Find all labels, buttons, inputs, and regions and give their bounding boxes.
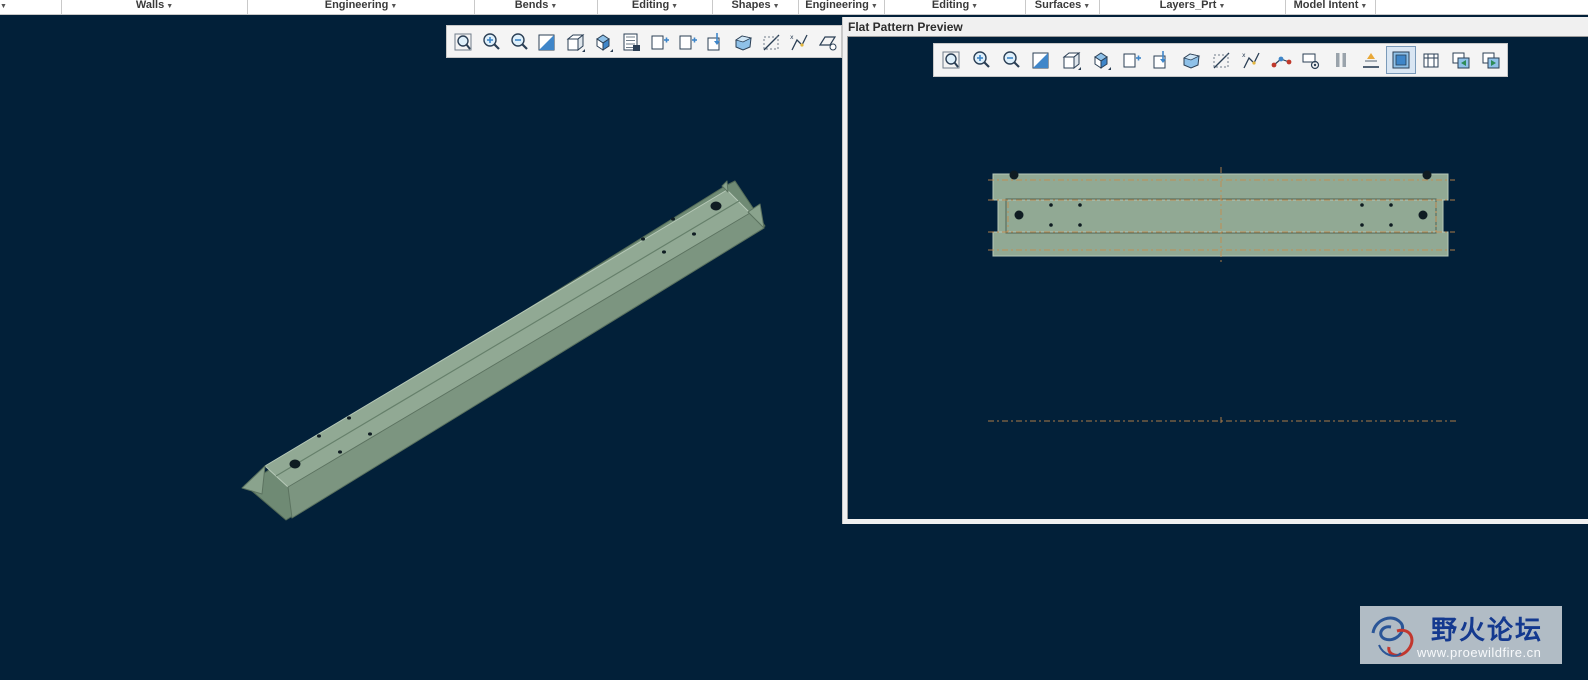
flat-hole — [1360, 223, 1364, 227]
part-hole — [347, 416, 351, 420]
group-label: Editing — [931, 0, 970, 11]
refit-button[interactable] — [449, 28, 477, 56]
flat-hole — [1049, 203, 1053, 207]
chevron-down-icon: ▼ — [870, 3, 878, 10]
point-display-icon — [735, 34, 753, 51]
flat-hole — [1009, 170, 1019, 180]
group-label: Layers_Prt — [1159, 0, 1217, 11]
group-layers-prt[interactable]: Layers_Prt ▼ — [1100, 0, 1286, 14]
chevron-down-icon: ▼ — [1360, 3, 1368, 10]
saved-orientations-icon — [566, 33, 585, 52]
zoom-out-icon — [511, 32, 528, 50]
group-label: Engineering — [805, 0, 869, 11]
repaint-icon — [538, 34, 555, 50]
flat-hole — [1422, 170, 1432, 180]
model-3d-view[interactable] — [230, 170, 790, 540]
watermark-url: www.proewildfire.cn — [1417, 645, 1542, 660]
flat-hole — [1389, 223, 1393, 227]
preview-window-title: Flat Pattern Preview — [848, 20, 963, 34]
preview-canvas[interactable]: x — [847, 36, 1588, 519]
flat-hole — [1389, 203, 1393, 207]
view-manager-icon — [623, 33, 640, 51]
chevron-down-icon: ▼ — [550, 3, 558, 10]
group-label: Model Intent — [1293, 0, 1359, 11]
flat-hole — [1078, 203, 1082, 207]
plane-display-button[interactable] — [673, 28, 701, 56]
group-walls[interactable]: Walls ▼ — [62, 0, 248, 14]
group-label: Surfaces — [1034, 0, 1082, 11]
spin-center-button[interactable] — [813, 28, 841, 56]
chevron-down-icon: ▼ — [1083, 3, 1091, 10]
part-hole — [641, 237, 645, 241]
group-label: Walls — [135, 0, 165, 11]
axis-display-button[interactable] — [701, 28, 729, 56]
group-engineering-2[interactable]: Engineering ▼ — [799, 0, 885, 14]
saved-orientations-button[interactable] — [561, 28, 589, 56]
chevron-down-icon: ▼ — [0, 3, 7, 10]
group-model-intent[interactable]: Model Intent ▼ — [1286, 0, 1376, 14]
part-hole — [692, 232, 696, 236]
group-engineering[interactable]: Engineering ▼ — [248, 0, 475, 14]
group-label: Shapes — [731, 0, 771, 11]
annotation-display-button[interactable]: x — [785, 28, 813, 56]
zoom-in-icon — [483, 32, 500, 50]
flat-pattern-preview-window: Flat Pattern Preview x — [842, 17, 1588, 524]
group-editing-2[interactable]: Editing ▼ — [885, 0, 1026, 14]
spin-center-icon — [818, 35, 837, 50]
flat-hole — [1360, 203, 1364, 207]
part-front-flange — [287, 212, 765, 519]
plane-display-icon — [679, 35, 697, 49]
group-label: Engineering — [324, 0, 389, 11]
display-style-button[interactable] — [589, 28, 617, 56]
part-hole — [368, 432, 372, 436]
group-editing[interactable]: Editing ▼ — [598, 0, 713, 14]
part-hole — [671, 217, 675, 221]
zoom-in-button[interactable] — [477, 28, 505, 56]
chevron-down-icon: ▼ — [166, 3, 174, 10]
svg-text:x: x — [790, 34, 794, 41]
part-hole — [662, 250, 666, 254]
point-display-button[interactable] — [729, 28, 757, 56]
watermark-title: 野火论坛 — [1431, 615, 1544, 645]
group-shapes[interactable]: Shapes ▼ — [713, 0, 799, 14]
named-view-button[interactable] — [645, 28, 673, 56]
csys-display-icon — [763, 34, 780, 50]
flat-hole — [1049, 223, 1053, 227]
part-hole — [289, 459, 301, 469]
chevron-down-icon: ▼ — [671, 3, 679, 10]
display-style-icon — [596, 33, 613, 52]
zoom-out-button[interactable] — [505, 28, 533, 56]
flat-hole — [1418, 210, 1428, 220]
group-partial[interactable]: ▼ — [0, 0, 62, 14]
part-hole — [710, 201, 722, 211]
main-view-toolbar: x — [446, 25, 842, 58]
flat-hole — [1078, 223, 1082, 227]
ribbon-group-bar: ▼ Walls ▼ Engineering ▼ Bends ▼ Editing ▼ Shapes ▼… — [0, 0, 1588, 15]
flat-hole — [1014, 210, 1024, 220]
annotation-display-icon: x — [790, 34, 808, 50]
chevron-down-icon: ▼ — [1218, 3, 1226, 10]
chevron-down-icon: ▼ — [390, 3, 398, 10]
named-view-icon — [651, 35, 669, 49]
part-hole — [338, 450, 342, 454]
group-surfaces[interactable]: Surfaces ▼ — [1026, 0, 1100, 14]
chevron-down-icon: ▼ — [971, 3, 979, 10]
axis-display-icon — [707, 32, 720, 50]
refit-icon — [454, 33, 472, 50]
group-label: Editing — [631, 0, 670, 11]
view-manager-button[interactable] — [617, 28, 645, 56]
part-hole — [317, 434, 321, 438]
chevron-down-icon: ▼ — [772, 3, 780, 10]
watermark: 野火论坛 www.proewildfire.cn — [1360, 606, 1562, 664]
flat-pattern-view[interactable] — [848, 37, 1588, 519]
csys-display-button[interactable] — [757, 28, 785, 56]
group-label: Bends — [514, 0, 549, 11]
repaint-button[interactable] — [533, 28, 561, 56]
watermark-logo-icon — [1371, 616, 1414, 657]
group-bends[interactable]: Bends ▼ — [475, 0, 598, 14]
